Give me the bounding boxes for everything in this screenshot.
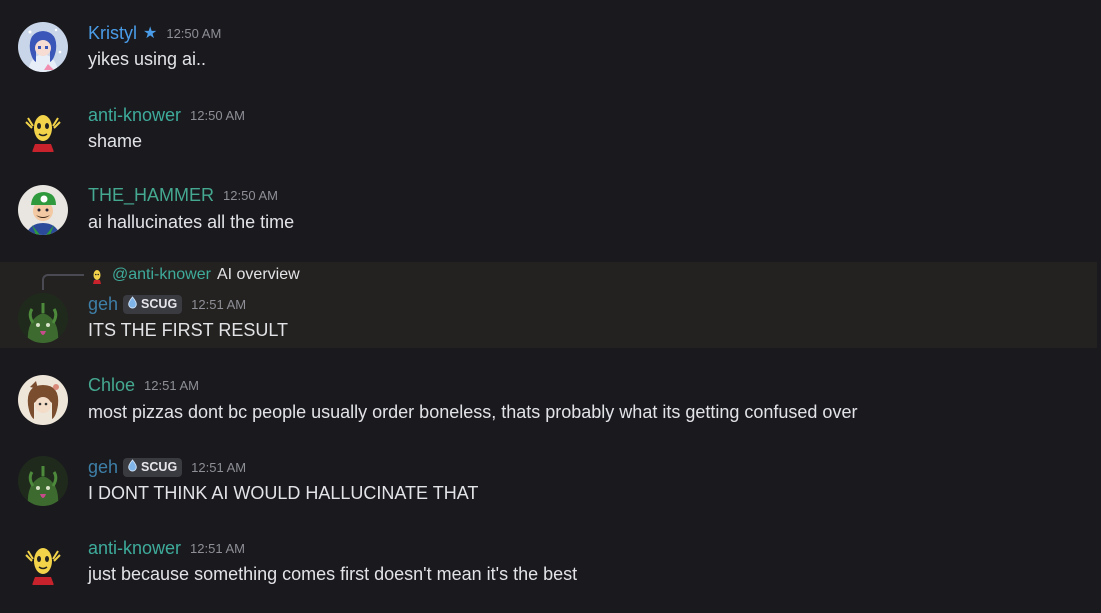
timestamp: 12:50 AM — [166, 25, 222, 41]
server-tag[interactable]: SCUG — [123, 457, 183, 477]
username[interactable]: THE_HAMMER — [88, 185, 214, 206]
timestamp: 12:51 AM — [144, 377, 199, 393]
timestamp: 12:51 AM — [191, 459, 247, 475]
star-icon: ★ — [143, 25, 158, 42]
kristyl-avatar[interactable] — [18, 22, 68, 72]
yellow-creature-icon — [88, 266, 106, 284]
chat-message: geh SCUG 12:51 AM I DONT THINK AI WOULD … — [0, 430, 1101, 512]
message-header: geh SCUG 12:51 AM — [88, 456, 246, 478]
message-header: anti-knower 12:50 AM — [88, 104, 245, 126]
tag-label: SCUG — [141, 297, 178, 311]
chloe-avatar[interactable] — [18, 375, 68, 425]
chat-message-list: Kristyl ★ 12:50 AM yikes using ai.. anti… — [0, 0, 1101, 613]
timestamp: 12:50 AM — [190, 107, 245, 123]
reply-preview[interactable]: @anti-knower AI overview — [88, 264, 300, 286]
message-text: shame — [88, 131, 143, 151]
chat-message: Kristyl ★ 12:50 AM yikes using ai.. — [0, 0, 1101, 82]
message-text: yikes using ai.. — [88, 49, 207, 69]
username[interactable]: Kristyl — [88, 23, 137, 44]
chat-message-highlighted: @anti-knower AI overview geh SCUG 12:51 … — [0, 262, 1097, 348]
message-header: Kristyl ★ 12:50 AM — [88, 22, 221, 44]
timestamp: 12:51 AM — [191, 296, 247, 312]
chat-message: anti-knower 12:50 AM shame — [0, 82, 1101, 164]
username[interactable]: geh — [88, 457, 118, 478]
username[interactable]: geh — [88, 294, 118, 315]
message-header: Chloe 12:51 AM — [88, 374, 199, 396]
the-hammer-avatar[interactable] — [18, 185, 68, 235]
droplet-icon — [127, 459, 138, 475]
reply-connector — [42, 274, 84, 290]
message-text: I DONT THINK AI WOULD HALLUCINATE THAT — [88, 483, 479, 503]
username[interactable]: Chloe — [88, 375, 135, 396]
chat-message: anti-knower 12:51 AM just because someth… — [0, 512, 1101, 613]
message-header: anti-knower 12:51 AM — [88, 537, 245, 559]
username[interactable]: anti-knower — [88, 538, 181, 559]
message-text: just because something comes first doesn… — [88, 564, 578, 584]
message-text: most pizzas dont bc people usually order… — [88, 402, 858, 422]
geh-avatar[interactable] — [18, 293, 68, 343]
reply-mention[interactable]: @anti-knower — [112, 266, 211, 284]
timestamp: 12:50 AM — [223, 187, 278, 203]
message-text: ITS THE FIRST RESULT — [88, 320, 289, 340]
droplet-icon — [127, 296, 138, 312]
timestamp: 12:51 AM — [190, 540, 245, 556]
chat-message: Chloe 12:51 AM most pizzas dont bc peopl… — [0, 348, 1101, 430]
geh-avatar[interactable] — [18, 456, 68, 506]
message-text: ai hallucinates all the time — [88, 212, 295, 232]
anti-knower-avatar[interactable] — [18, 104, 68, 154]
chat-message: THE_HAMMER 12:50 AM ai hallucinates all … — [0, 164, 1101, 260]
tag-label: SCUG — [141, 460, 178, 474]
message-header: THE_HAMMER 12:50 AM — [88, 184, 278, 206]
server-tag[interactable]: SCUG — [123, 294, 183, 314]
anti-knower-avatar[interactable] — [18, 537, 68, 587]
message-header: geh SCUG 12:51 AM — [88, 293, 246, 315]
reply-text: AI overview — [216, 266, 300, 283]
username[interactable]: anti-knower — [88, 105, 181, 126]
